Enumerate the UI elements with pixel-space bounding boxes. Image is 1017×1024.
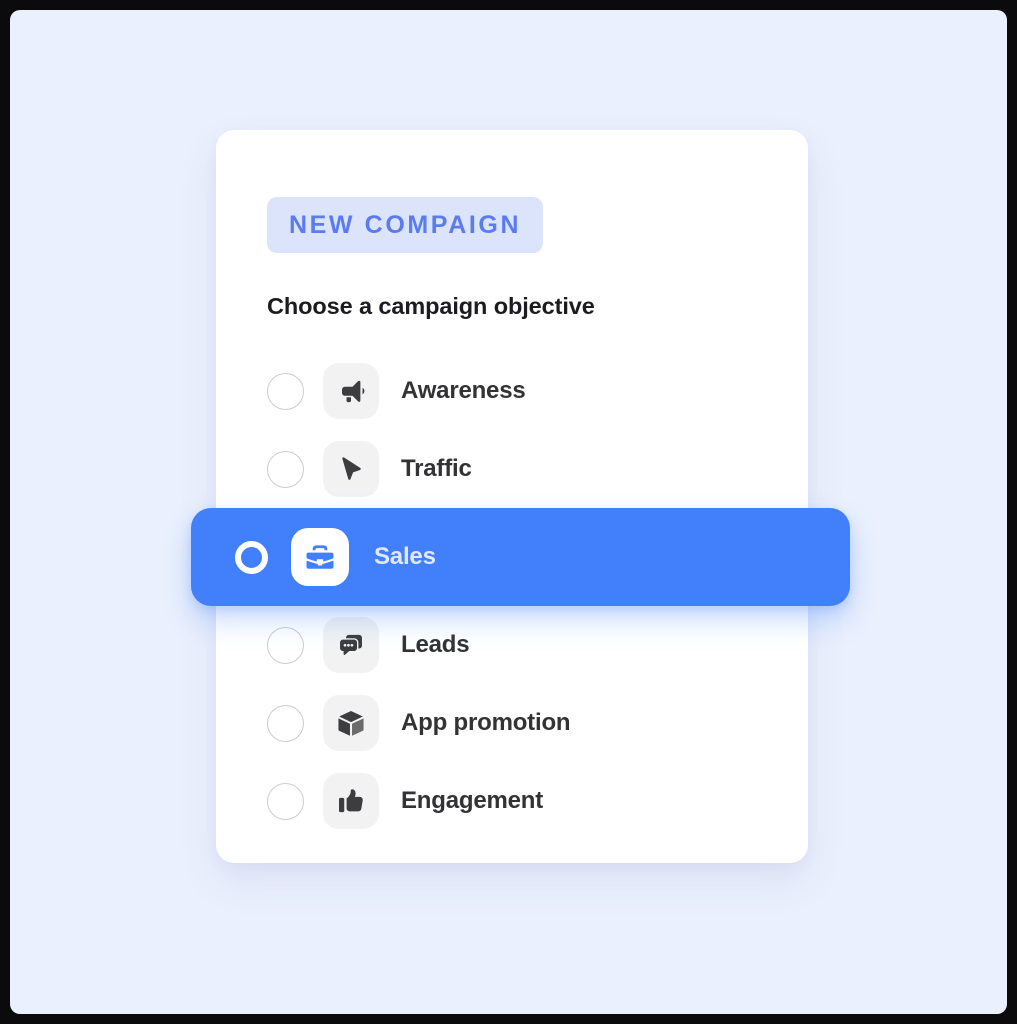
radio-app-promotion[interactable]: [267, 704, 304, 742]
briefcase-icon: [291, 528, 349, 586]
objective-label-traffic: Traffic: [401, 455, 472, 482]
objective-label-engagement: Engagement: [401, 787, 544, 814]
cube-box-icon: [323, 695, 379, 751]
window-frame: NEW COMPAIGN Choose a campaign objective: [0, 0, 1017, 1024]
objective-label-app-promotion: App promotion: [401, 709, 571, 736]
radio-sales[interactable]: [235, 540, 268, 574]
objective-option-awareness[interactable]: Awareness: [216, 352, 808, 430]
page-canvas: NEW COMPAIGN Choose a campaign objective: [10, 10, 1007, 1014]
objective-option-engagement[interactable]: Engagement: [216, 762, 808, 840]
radio-leads[interactable]: [267, 626, 304, 664]
campaign-objective-card: NEW COMPAIGN Choose a campaign objective: [191, 130, 850, 863]
objective-label-leads: Leads: [401, 631, 470, 658]
page-title: Choose a campaign objective: [267, 293, 595, 319]
objective-option-app-promotion[interactable]: App promotion: [216, 684, 808, 762]
new-campaign-badge: NEW COMPAIGN: [267, 197, 544, 253]
megaphone-icon: [323, 363, 379, 419]
objective-option-traffic[interactable]: Traffic: [216, 430, 808, 508]
radio-traffic[interactable]: [267, 450, 304, 488]
radio-awareness[interactable]: [267, 372, 304, 410]
chat-bubble-icon: [323, 617, 379, 673]
objective-option-leads[interactable]: Leads: [216, 606, 808, 684]
objective-option-sales[interactable]: Sales: [191, 508, 850, 606]
objective-label-sales: Sales: [374, 543, 436, 570]
thumbs-up-icon: [323, 773, 379, 829]
cursor-pointer-icon: [323, 441, 379, 497]
new-campaign-badge-label: NEW COMPAIGN: [289, 210, 522, 239]
objective-label-awareness: Awareness: [401, 377, 526, 404]
radio-engagement[interactable]: [267, 782, 304, 820]
